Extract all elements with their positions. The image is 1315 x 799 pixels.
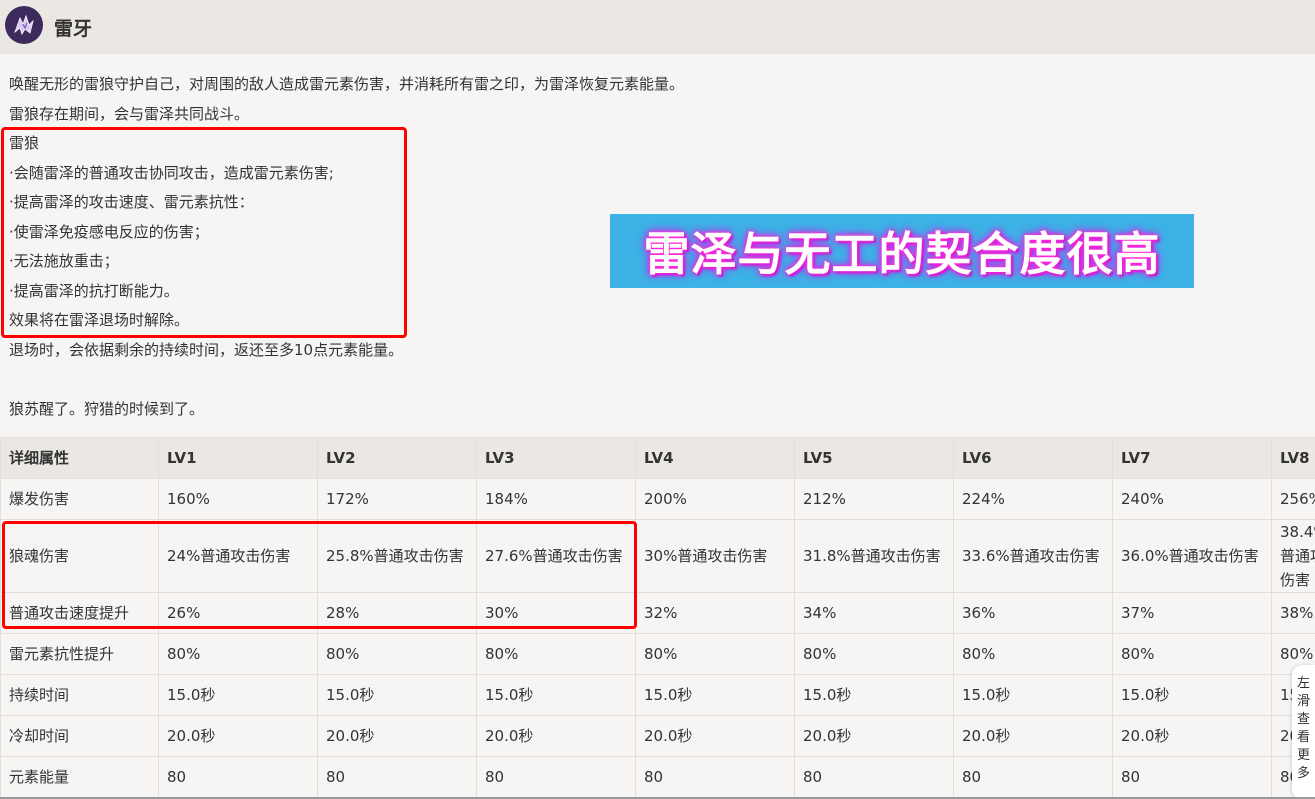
table-cell: 80 <box>635 756 795 798</box>
table-cell: 184% <box>476 478 636 520</box>
scroll-hint-char: 看 <box>1296 730 1310 745</box>
row-label: 普通攻击速度提升 <box>0 592 159 634</box>
table-cell: 27.6%普通攻击伤害 <box>476 519 636 593</box>
col-header: LV6 <box>953 437 1113 479</box>
scroll-hint-char: 左 <box>1296 676 1310 691</box>
table-cell: 80% <box>158 633 318 675</box>
table-cell: 20.0秒 <box>953 715 1113 757</box>
row-label: 爆发伤害 <box>0 478 159 520</box>
skill-header: 雷牙 <box>0 0 1315 54</box>
table-cell: 37% <box>1112 592 1272 634</box>
desc-line: 雷狼存在期间，会与雷泽共同战斗。 <box>9 104 250 123</box>
table-cell: 80% <box>794 633 954 675</box>
table-cell: 240% <box>1112 478 1272 520</box>
row-label: 冷却时间 <box>0 715 159 757</box>
table-cell: 80 <box>1112 756 1272 798</box>
row-label: 持续时间 <box>0 674 159 716</box>
scroll-hint-char: 滑 <box>1296 694 1310 709</box>
table-cell: 15.0秒 <box>476 674 636 716</box>
table-row: 元素能量 80 80 80 80 80 80 80 80 <box>0 756 1315 798</box>
table-row: 雷元素抗性提升 80% 80% 80% 80% 80% 80% 80% 80% <box>0 633 1315 675</box>
table-row: 爆发伤害 160% 172% 184% 200% 212% 224% 240% … <box>0 478 1315 520</box>
banner-text: 雷泽与无工的契合度很高 <box>643 227 1161 281</box>
table-cell: 20.0秒 <box>794 715 954 757</box>
table-cell: 160% <box>158 478 318 520</box>
desc-line: ·会随雷泽的普通攻击协同攻击，造成雷元素伤害; <box>9 163 334 182</box>
table-cell: 256% <box>1271 478 1315 520</box>
scroll-hint-char: 更 <box>1296 748 1310 763</box>
desc-flavor-line: 狼苏醒了。狩猎的时候到了。 <box>9 399 205 418</box>
row-label: 元素能量 <box>0 756 159 798</box>
table-cell: 80 <box>317 756 477 798</box>
col-header: 详细属性 <box>0 437 159 479</box>
col-header: LV8 <box>1271 437 1315 479</box>
table-cell: 38.4%普通攻击伤害 <box>1271 519 1315 593</box>
table-cell: 15.0秒 <box>635 674 795 716</box>
table-cell: 38% <box>1271 592 1315 634</box>
table-cell: 31.8%普通攻击伤害 <box>794 519 954 593</box>
table-cell: 30%普通攻击伤害 <box>635 519 795 593</box>
col-header: LV3 <box>476 437 636 479</box>
table-cell: 26% <box>158 592 318 634</box>
col-header: LV2 <box>317 437 477 479</box>
desc-line: 退场时，会依据剩余的持续时间，返还至多10点元素能量。 <box>9 340 404 359</box>
lightning-wolf-icon <box>5 6 43 44</box>
table-cell: 32% <box>635 592 795 634</box>
table-cell: 212% <box>794 478 954 520</box>
desc-line: 效果将在雷泽退场时解除。 <box>9 311 190 329</box>
table-cell: 200% <box>635 478 795 520</box>
table-cell: 15.0秒 <box>317 674 477 716</box>
col-header: LV7 <box>1112 437 1272 479</box>
table-cell: 20.0秒 <box>476 715 636 757</box>
table-cell: 15.0秒 <box>794 674 954 716</box>
table-cell: 224% <box>953 478 1113 520</box>
table-cell: 36% <box>953 592 1113 634</box>
row-label: 雷元素抗性提升 <box>0 633 159 675</box>
col-header: LV1 <box>158 437 318 479</box>
table-cell: 30% <box>476 592 636 634</box>
table-cell: 80 <box>953 756 1113 798</box>
scroll-left-hint[interactable]: 左 滑 查 看 更 多 <box>1292 665 1315 799</box>
table-cell: 80% <box>953 633 1113 675</box>
table-cell: 15.0秒 <box>953 674 1113 716</box>
table-cell: 80 <box>794 756 954 798</box>
overlay-banner: 雷泽与无工的契合度很高 <box>610 214 1194 288</box>
table-cell: 80 <box>476 756 636 798</box>
row-label: 狼魂伤害 <box>0 519 159 593</box>
table-cell: 33.6%普通攻击伤害 <box>953 519 1113 593</box>
col-header: LV5 <box>794 437 954 479</box>
table-cell: 80% <box>1112 633 1272 675</box>
table-row: 狼魂伤害 24%普通攻击伤害 25.8%普通攻击伤害 27.6%普通攻击伤害 3… <box>0 519 1315 593</box>
table-cell: 20.0秒 <box>158 715 318 757</box>
attribute-table: 详细属性 LV1 LV2 LV3 LV4 LV5 LV6 LV7 LV8 爆发伤… <box>0 437 1315 798</box>
table-cell: 172% <box>317 478 477 520</box>
table-cell: 80 <box>158 756 318 798</box>
table-cell: 20.0秒 <box>317 715 477 757</box>
table-cell: 24%普通攻击伤害 <box>158 519 318 593</box>
table-cell: 80% <box>317 633 477 675</box>
col-header: LV4 <box>635 437 795 479</box>
scroll-hint-char: 查 <box>1296 712 1310 727</box>
table-cell: 15.0秒 <box>1112 674 1272 716</box>
table-row: 持续时间 15.0秒 15.0秒 15.0秒 15.0秒 15.0秒 15.0秒… <box>0 674 1315 716</box>
table-cell: 36.0%普通攻击伤害 <box>1112 519 1272 593</box>
table-cell: 15.0秒 <box>158 674 318 716</box>
table-cell: 34% <box>794 592 954 634</box>
skill-title: 雷牙 <box>54 18 93 40</box>
desc-line: 雷狼 <box>9 134 40 152</box>
table-cell: 20.0秒 <box>635 715 795 757</box>
table-cell: 20.0秒 <box>1112 715 1272 757</box>
table-row: 冷却时间 20.0秒 20.0秒 20.0秒 20.0秒 20.0秒 20.0秒… <box>0 715 1315 757</box>
table-cell: 28% <box>317 592 477 634</box>
scroll-hint-char: 多 <box>1296 766 1310 781</box>
desc-line: 唤醒无形的雷狼守护自己，对周围的敌人造成雷元素伤害，并消耗所有雷之印，为雷泽恢复… <box>9 75 685 93</box>
table-header-row: 详细属性 LV1 LV2 LV3 LV4 LV5 LV6 LV7 LV8 <box>0 437 1315 479</box>
desc-blank-line <box>9 365 1299 395</box>
table-cell: 25.8%普通攻击伤害 <box>317 519 477 593</box>
table-row: 普通攻击速度提升 26% 28% 30% 32% 34% 36% 37% 38% <box>0 592 1315 634</box>
table-cell: 80% <box>476 633 636 675</box>
table-cell: 80% <box>635 633 795 675</box>
